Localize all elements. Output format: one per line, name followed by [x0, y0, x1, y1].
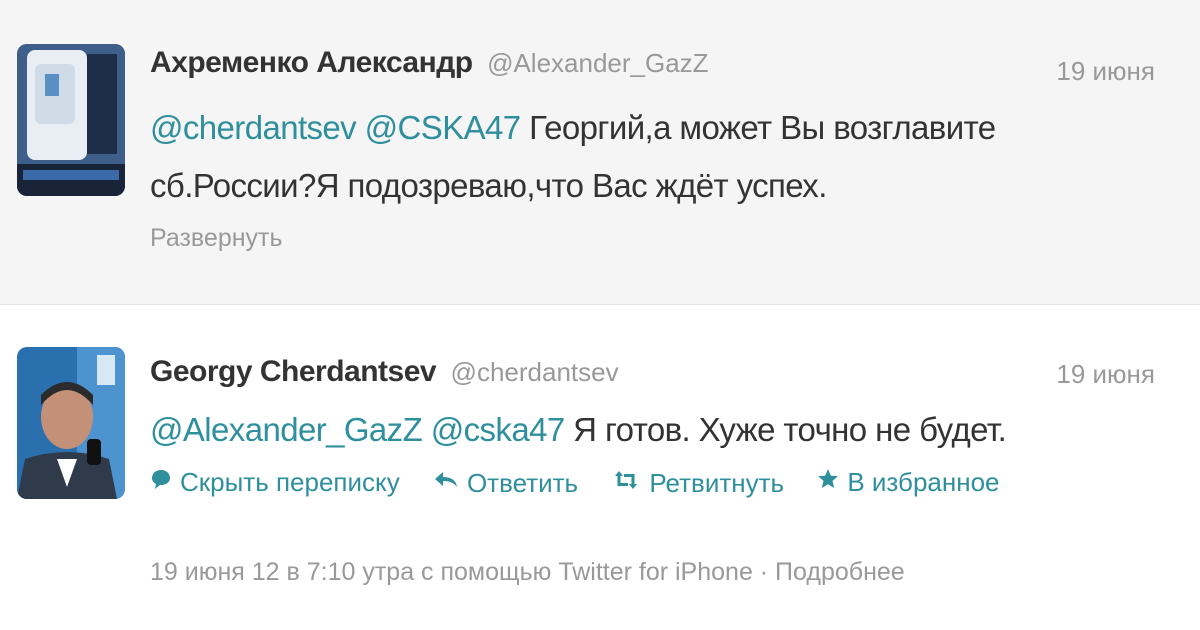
- mention-link[interactable]: @cherdantsev: [150, 109, 357, 146]
- hide-conversation-label: Скрыть переписку: [180, 467, 400, 497]
- tweet-text-body: Георгий,а может Вы возглавите: [529, 109, 996, 146]
- tweet-actions: Скрыть переписку Ответить Ретвитнуть В и…: [150, 466, 1026, 499]
- author-fullname[interactable]: Ахременко Александр: [150, 46, 473, 79]
- tweet-meta[interactable]: 19 июня 12 в 7:10 утра с помощью Twitter…: [150, 558, 905, 587]
- mention-link[interactable]: @CSKA47: [365, 109, 521, 146]
- star-icon: [817, 468, 839, 497]
- tweet-text-body: Я готов. Хуже точно не будет.: [573, 411, 1007, 448]
- favorite-button[interactable]: В избранное: [817, 467, 1000, 498]
- retweet-label: Ретвитнуть: [649, 467, 785, 498]
- author-fullname[interactable]: Georgy Cherdantsev: [150, 355, 437, 388]
- avatar-image: [17, 347, 125, 499]
- tweet-header: Ахременко Александр @Alexander_GazZ: [150, 46, 709, 80]
- tweet-text: @cherdantsev @CSKA47 Георгий,а может Вы …: [150, 99, 1050, 215]
- tweet-text: @Alexander_GazZ @cska47 Я готов. Хуже то…: [150, 401, 1007, 459]
- avatar[interactable]: [17, 44, 125, 196]
- reply-button[interactable]: Ответить: [433, 468, 578, 499]
- reply-arrow-icon: [433, 469, 459, 497]
- reply-label: Ответить: [466, 467, 579, 498]
- tweet-item[interactable]: Georgy Cherdantsev @cherdantsev 19 июня …: [0, 306, 1200, 630]
- hide-conversation-button[interactable]: Скрыть переписку: [150, 467, 400, 498]
- avatar[interactable]: [17, 347, 125, 499]
- retweet-icon: [611, 469, 641, 497]
- tweet-item[interactable]: Ахременко Александр @Alexander_GazZ 19 и…: [0, 0, 1200, 305]
- mention-link[interactable]: @Alexander_GazZ: [150, 411, 423, 448]
- tweet-text-body: сб.России?Я подозреваю,что Вас ждёт успе…: [150, 167, 827, 204]
- speech-bubble-icon: [150, 468, 172, 497]
- tweet-date[interactable]: 19 июня: [1056, 359, 1155, 390]
- avatar-image: [17, 44, 125, 196]
- mention-link[interactable]: @cska47: [431, 411, 565, 448]
- expand-link[interactable]: Развернуть: [150, 224, 283, 253]
- tweet-date[interactable]: 19 июня: [1056, 56, 1155, 87]
- favorite-label: В избранное: [847, 467, 1000, 497]
- author-username[interactable]: @Alexander_GazZ: [487, 48, 709, 78]
- tweet-header: Georgy Cherdantsev @cherdantsev: [150, 355, 619, 389]
- retweet-button[interactable]: Ретвитнуть: [611, 468, 784, 499]
- author-username[interactable]: @cherdantsev: [451, 357, 619, 387]
